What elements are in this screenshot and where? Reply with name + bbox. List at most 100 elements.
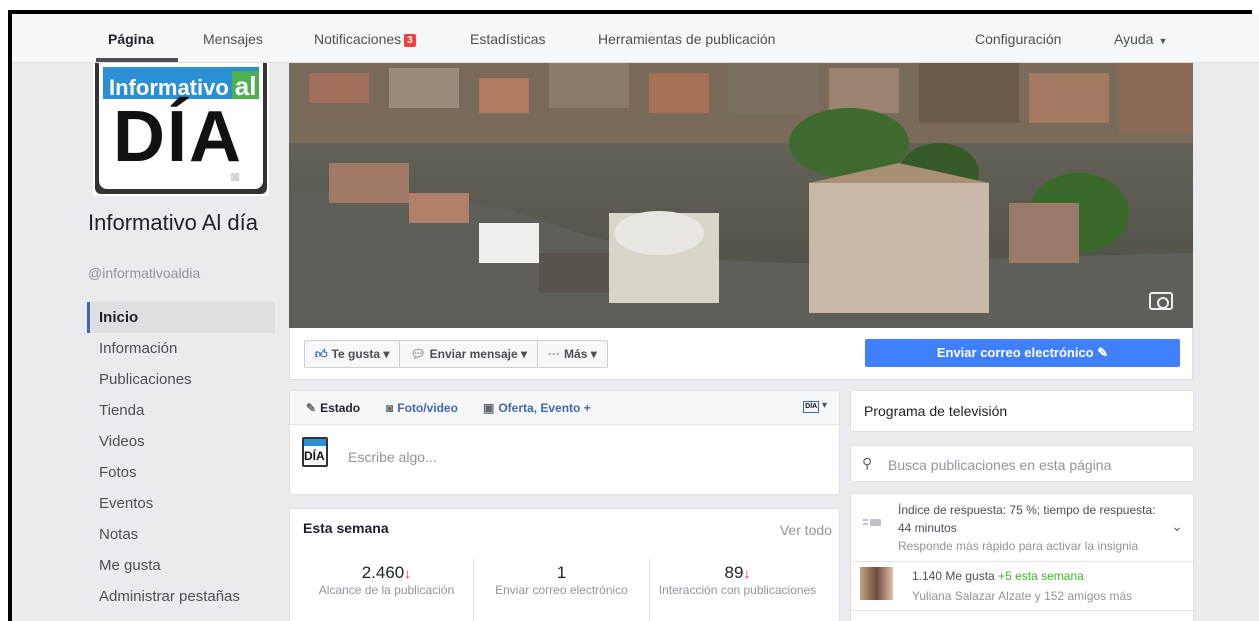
stat-engagement-value: 89 (724, 563, 744, 582)
logo-main-text: DÍA (113, 97, 243, 177)
page-avatar-logo: DÍA (302, 437, 328, 467)
page-sidebar: Inicio Información Publicaciones Tienda … (87, 302, 275, 612)
cover-photo[interactable] (289, 63, 1193, 328)
response-rate-text: Índice de respuesta: 75 %; tiempo de res… (898, 503, 1156, 535)
more-dots-icon: ··· (548, 347, 561, 361)
stat-reach-value: 2.460 (361, 563, 405, 582)
chevron-down-icon: ▾ (521, 347, 528, 361)
message-icon: 💬︎ (410, 347, 426, 361)
camera-icon: ◙ (386, 401, 394, 415)
send-message-label: Enviar mensaje (429, 347, 518, 361)
stat-reach-label: Alcance de la publicación (318, 583, 455, 597)
response-stats-card: Índice de respuesta: 75 %; tiempo de res… (850, 493, 1194, 621)
send-message-button[interactable]: 💬︎ Enviar mensaje ▾ (400, 341, 539, 367)
page-avatar-icon: DÍA (803, 401, 820, 413)
page-admin-nav: Página Mensajes Notificaciones 3 Estadíst… (12, 14, 1259, 63)
chevron-down-icon: ▾ (590, 347, 597, 361)
stat-engagement-label: Interacción con publicaciones (658, 583, 817, 597)
page-identity-selector[interactable]: DÍA ▾ (803, 400, 827, 413)
sidebar-item-photos[interactable]: Fotos (87, 457, 275, 488)
page-container: Página Mensajes Notificaciones 3 Estadíst… (12, 14, 1259, 621)
stat-email-label: Enviar correo electrónico (495, 583, 628, 597)
camera-icon[interactable]: ◙ (231, 168, 253, 186)
nav-publishing-tools[interactable]: Herramientas de publicación (598, 31, 775, 47)
this-week-title: Esta semana (303, 520, 389, 536)
notification-count-badge: 3 (404, 34, 416, 47)
action-button-group: 👍︎ Te gusta ▾ 💬︎ Enviar mensaje ▾ ··· Más ▾ (304, 340, 608, 368)
thumbs-up-icon: 👍︎ (315, 347, 328, 361)
chat-bubble-icon (863, 519, 881, 526)
sidebar-item-videos[interactable]: Videos (87, 426, 275, 457)
more-label: Más (564, 347, 588, 361)
page-post-search[interactable]: ⚲ Busca publicaciones en esta página (850, 445, 1194, 482)
nav-messages[interactable]: Mensajes (203, 31, 263, 47)
page-handle[interactable]: @informativoaldia (88, 265, 200, 281)
sidebar-item-shop[interactable]: Tienda (87, 395, 275, 426)
likes-count: 1.140 Me gusta (912, 569, 995, 583)
sidebar-item-posts[interactable]: Publicaciones (87, 364, 275, 395)
nav-insights[interactable]: Estadísticas (470, 31, 545, 47)
page-avatar: DÍA (302, 437, 328, 472)
logo-banner: Informativo al (103, 67, 259, 99)
composer-tabs: ✎ Estado ◙ Foto/video ▣ Oferta, Evento + DÍ… (290, 391, 839, 425)
sidebar-item-home[interactable]: Inicio (87, 302, 275, 333)
logo-al-text: al (231, 71, 259, 99)
nav-help[interactable]: Ayuda ▼ (1114, 31, 1167, 47)
this-week-card: Esta semana Ver todo 2.460↓ Alcance de l… (289, 508, 840, 621)
tab-offer-event[interactable]: ▣ Oferta, Evento + (483, 401, 591, 415)
like-button[interactable]: 👍︎ Te gusta ▾ (305, 341, 401, 367)
divider (851, 610, 1193, 611)
offer-icon: ▣ (483, 401, 495, 415)
page-action-bar: 👍︎ Te gusta ▾ 💬︎ Enviar mensaje ▾ ··· Más ▾… (289, 328, 1193, 380)
stat-email-value: 1 (556, 563, 567, 582)
page-category[interactable]: Programa de televisión (864, 403, 1007, 419)
sidebar-item-notes[interactable]: Notas (87, 519, 275, 550)
pencil-icon: ✎ (1097, 345, 1109, 360)
chevron-down-icon: ▾ (383, 347, 390, 361)
sidebar-item-about[interactable]: Información (87, 333, 275, 364)
friends-avatar[interactable] (860, 567, 893, 600)
nav-settings[interactable]: Configuración (975, 31, 1061, 47)
profile-picture-frame: Informativo al DÍA ◙ (95, 63, 267, 194)
search-icon: ⚲ (862, 455, 873, 471)
stat-engagement[interactable]: 89↓ Interacción con publicaciones (650, 563, 825, 597)
cover-camera-icon[interactable] (1149, 292, 1173, 310)
more-button[interactable]: ··· Más ▾ (538, 341, 607, 367)
caret-down-icon: ▼ (1158, 36, 1168, 46)
arrow-down-icon: ↓ (404, 565, 412, 581)
post-composer: ✎ Estado ◙ Foto/video ▣ Oferta, Evento + DÍ… (289, 390, 840, 495)
sidebar-item-manage-tabs[interactable]: Administrar pestañas (87, 581, 275, 612)
tab-status[interactable]: ✎ Estado (306, 401, 360, 415)
tab-photo-video[interactable]: ◙ Foto/video (386, 401, 458, 415)
likes-count-row[interactable]: 1.140 Me gusta +5 esta semana (912, 569, 1084, 583)
page-category-card: Programa de televisión (850, 390, 1194, 432)
chevron-down-icon[interactable]: ⌄ (1171, 518, 1183, 535)
tab-offer-event-label: Oferta, Evento + (498, 401, 591, 415)
sidebar-item-events[interactable]: Eventos (87, 488, 275, 519)
tab-photo-video-label: Foto/video (397, 401, 458, 415)
response-badge-hint: Responde más rápido para activar la insi… (898, 539, 1139, 553)
send-email-button[interactable]: Enviar correo electrónico ✎ (865, 339, 1180, 367)
pencil-icon: ✎ (306, 401, 317, 415)
nav-help-label: Ayuda (1114, 31, 1154, 47)
profile-picture[interactable]: Informativo al DÍA ◙ (93, 63, 269, 196)
logo-top-text: Informativo (109, 75, 229, 99)
likes-friends-text: Yuliana Salazar Alzate y 152 amigos más (912, 589, 1133, 603)
nav-page[interactable]: Página (108, 31, 154, 47)
stat-email[interactable]: 1 Enviar correo electrónico (474, 563, 649, 597)
likes-week-gain: +5 esta semana (998, 569, 1084, 583)
tab-status-label: Estado (320, 401, 361, 415)
nav-notifications-label: Notificaciones (314, 31, 402, 47)
arrow-down-icon: ↓ (743, 565, 751, 581)
composer-input[interactable]: Escribe algo... (348, 449, 437, 465)
nav-notifications[interactable]: Notificaciones 3 (314, 31, 416, 47)
search-input[interactable]: Busca publicaciones en esta página (888, 457, 1111, 473)
stat-reach[interactable]: 2.460↓ Alcance de la publicación (299, 563, 474, 597)
active-tab-indicator (96, 58, 178, 62)
send-email-label: Enviar correo electrónico (936, 345, 1094, 360)
divider (851, 561, 1193, 562)
sidebar-item-likes[interactable]: Me gusta (87, 550, 275, 581)
cover-aerial-town-image (289, 63, 1193, 328)
page-title: Informativo Al día (88, 210, 258, 235)
see-all-link[interactable]: Ver todo (780, 522, 832, 538)
